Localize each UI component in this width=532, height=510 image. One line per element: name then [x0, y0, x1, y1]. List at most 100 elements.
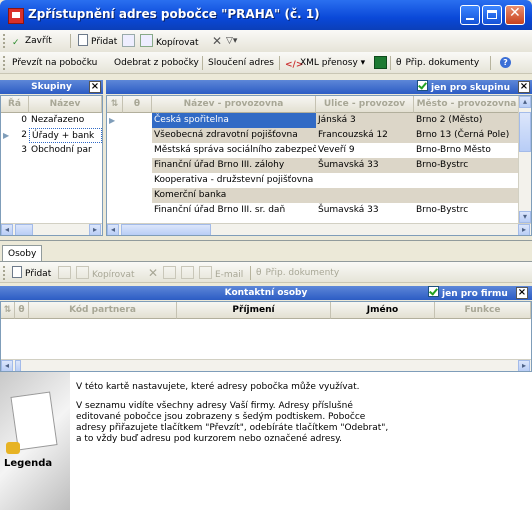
col-function-header[interactable]: Funkce [435, 302, 531, 319]
main-toolbar: ✓ Zavřít Přidat Kopírovat ✕ ▽▾ [0, 30, 532, 53]
excel-icon[interactable] [181, 266, 197, 280]
copy-icon [140, 34, 153, 47]
legend-paragraph-2: V seznamu vidíte všechny adresy Vaší fir… [76, 401, 389, 444]
scroll-right-icon[interactable]: ▸ [518, 224, 530, 235]
person-documents-button[interactable]: θ Přip. dokumenty [256, 266, 339, 280]
legend-sidebar: Legenda [0, 372, 70, 510]
copy-button[interactable]: Kopírovat [140, 34, 199, 48]
close-addresses-panel-icon[interactable]: × [518, 81, 530, 93]
remove-from-branch-button[interactable]: Odebrat z pobočky [114, 56, 199, 70]
merge-addresses-button[interactable]: Sloučení adres [208, 56, 274, 70]
excel-icon [374, 56, 387, 69]
legend-icon [6, 442, 20, 454]
persons-toolbar: Přidat Kopírovat ✕ E-mail θ Přip. dokumen… [0, 262, 532, 283]
add-person-button[interactable]: Přidat [12, 266, 51, 280]
checkbox-checked-icon [428, 286, 439, 297]
groups-grid[interactable]: Řá Název 0 Nezařazeno ▶ 2 Úřady + bank 3… [0, 95, 103, 236]
addresses-vscrollbar[interactable]: ▴ ▾ [518, 96, 531, 223]
col-name-header[interactable]: Název - provozovna [152, 96, 316, 113]
tab-persons[interactable]: Osoby [2, 245, 43, 262]
col-street-header[interactable]: Ulice - provozov [316, 96, 414, 113]
close-contacts-panel-icon[interactable]: × [516, 287, 528, 299]
scroll-right-icon[interactable]: ▸ [518, 360, 530, 371]
col-name-header[interactable]: Název [29, 96, 102, 113]
sort-icon[interactable]: ⇅ [107, 96, 123, 113]
legend-label: Legenda [4, 458, 53, 469]
scroll-left-icon[interactable]: ◂ [1, 224, 13, 235]
col-surname-header[interactable]: Příjmení [177, 302, 331, 319]
groups-hscrollbar[interactable]: ◂ ▸ [1, 223, 102, 235]
xml-transfer-button[interactable]: </>XML přenosy ▾ [285, 56, 365, 70]
addresses-hscrollbar[interactable]: ◂ ▸ [107, 223, 531, 235]
paperclip-icon: θ [396, 58, 402, 68]
delete-icon[interactable]: ✕ [212, 34, 222, 48]
assign-to-branch-button[interactable]: Převzít na pobočku [12, 56, 97, 70]
col-partner-code-header[interactable]: Kód partnera [29, 302, 177, 319]
addresses-grid[interactable]: ⇅ θ Název - provozovna Ulice - provozov … [106, 95, 532, 236]
scroll-up-icon[interactable]: ▴ [519, 96, 531, 108]
edit-person-icon[interactable] [58, 266, 74, 280]
email-button[interactable]: E-mail [199, 266, 243, 280]
delete-person-icon[interactable]: ✕ [148, 266, 158, 280]
only-group-checkbox[interactable]: jen pro skupinu [416, 80, 510, 93]
checkmark-icon: ✓ [12, 38, 20, 48]
group-row[interactable]: 0 Nezařazeno [1, 113, 102, 128]
close-groups-panel-icon[interactable]: × [89, 81, 101, 93]
address-row[interactable]: Finanční úřad Brno III. sr. daň Šumavská… [107, 203, 520, 218]
groups-panel-title: Skupiny [0, 80, 103, 94]
new-document-icon [78, 34, 88, 46]
legend-text: V této kartě nastavujete, které adresy p… [76, 382, 526, 445]
attachment-col-header[interactable]: θ [123, 96, 152, 113]
close-button[interactable]: ✓ Zavřít [12, 34, 52, 48]
address-row[interactable]: Všeobecná zdravotní pojišťovna Francouzs… [107, 128, 520, 143]
address-toolbar: Převzít na pobočku Odebrat z pobočky Slo… [0, 52, 532, 74]
groups-panel: Skupiny × Řá Název 0 Nezařazeno ▶ 2 Úřad… [0, 80, 103, 236]
scroll-thumb[interactable] [15, 360, 21, 371]
col-firstname-header[interactable]: Jméno [331, 302, 435, 319]
close-window-button[interactable]: ✕ [505, 5, 525, 25]
sort-icon[interactable]: ⇅ [1, 302, 15, 319]
help-icon[interactable]: ? [500, 56, 511, 70]
scroll-left-icon[interactable]: ◂ [107, 224, 119, 235]
new-document-icon [12, 266, 22, 278]
address-row-selected[interactable]: ▶ Česká spořitelna Jánská 3 Brno 2 (Měst… [107, 113, 520, 128]
address-row[interactable]: Komerční banka [107, 188, 520, 203]
edit-icon [122, 34, 135, 47]
xml-icon: </> [285, 60, 304, 70]
contacts-panel: Kontaktní osoby jen pro firmu × ⇅ θ Kód … [0, 286, 532, 372]
contacts-hscrollbar[interactable]: ◂ ▸ [1, 359, 531, 371]
attached-documents-button[interactable]: θ Přip. dokumenty [396, 56, 479, 70]
copy-person-button[interactable]: Kopírovat [76, 266, 135, 280]
title-bar: Zpřístupnění adres pobočce "PRAHA" (č. 1… [0, 0, 532, 30]
col-rank-header[interactable]: Řá [1, 96, 29, 113]
scroll-thumb[interactable] [121, 224, 211, 235]
attachment-col-header[interactable]: θ [15, 302, 29, 319]
group-row[interactable]: 3 Obchodní par [1, 143, 102, 158]
minimize-button[interactable] [460, 5, 480, 25]
group-row-selected[interactable]: ▶ 2 Úřady + bank [1, 128, 102, 143]
legend-paragraph-1: V této kartě nastavujete, které adresy p… [76, 382, 360, 392]
scroll-thumb[interactable] [519, 112, 531, 152]
checkbox-checked-icon [416, 80, 428, 91]
app-icon [8, 8, 24, 24]
scroll-thumb[interactable] [15, 224, 33, 235]
scroll-right-icon[interactable]: ▸ [89, 224, 101, 235]
contacts-grid[interactable]: ⇅ θ Kód partnera Příjmení Jméno Funkce ◂… [0, 301, 532, 372]
scroll-down-icon[interactable]: ▾ [519, 211, 531, 223]
print-icon[interactable] [163, 266, 179, 280]
filter-icon[interactable]: ▽▾ [226, 34, 237, 48]
address-row[interactable]: Finanční úřad Brno III. zálohy Šumavská … [107, 158, 520, 173]
addresses-panel: jen pro skupinu × ⇅ θ Název - provozovna… [106, 80, 532, 236]
edit-icon-button[interactable] [122, 34, 138, 48]
add-button[interactable]: Přidat [78, 34, 117, 48]
only-firm-checkbox[interactable]: jen pro firmu [428, 286, 508, 300]
excel-export-button[interactable] [374, 56, 390, 70]
maximize-button[interactable] [482, 5, 502, 25]
window-title: Zpřístupnění adres pobočce "PRAHA" (č. 1… [28, 7, 320, 21]
copy-icon [76, 266, 89, 279]
scroll-left-icon[interactable]: ◂ [1, 360, 13, 371]
col-city-header[interactable]: Město - provozovna [414, 96, 520, 113]
paperclip-icon: θ [256, 268, 262, 278]
address-row[interactable]: Kooperativa - družstevní pojišťovna [107, 173, 520, 188]
address-row[interactable]: Městská správa sociálního zabezpečení Ve… [107, 143, 520, 158]
